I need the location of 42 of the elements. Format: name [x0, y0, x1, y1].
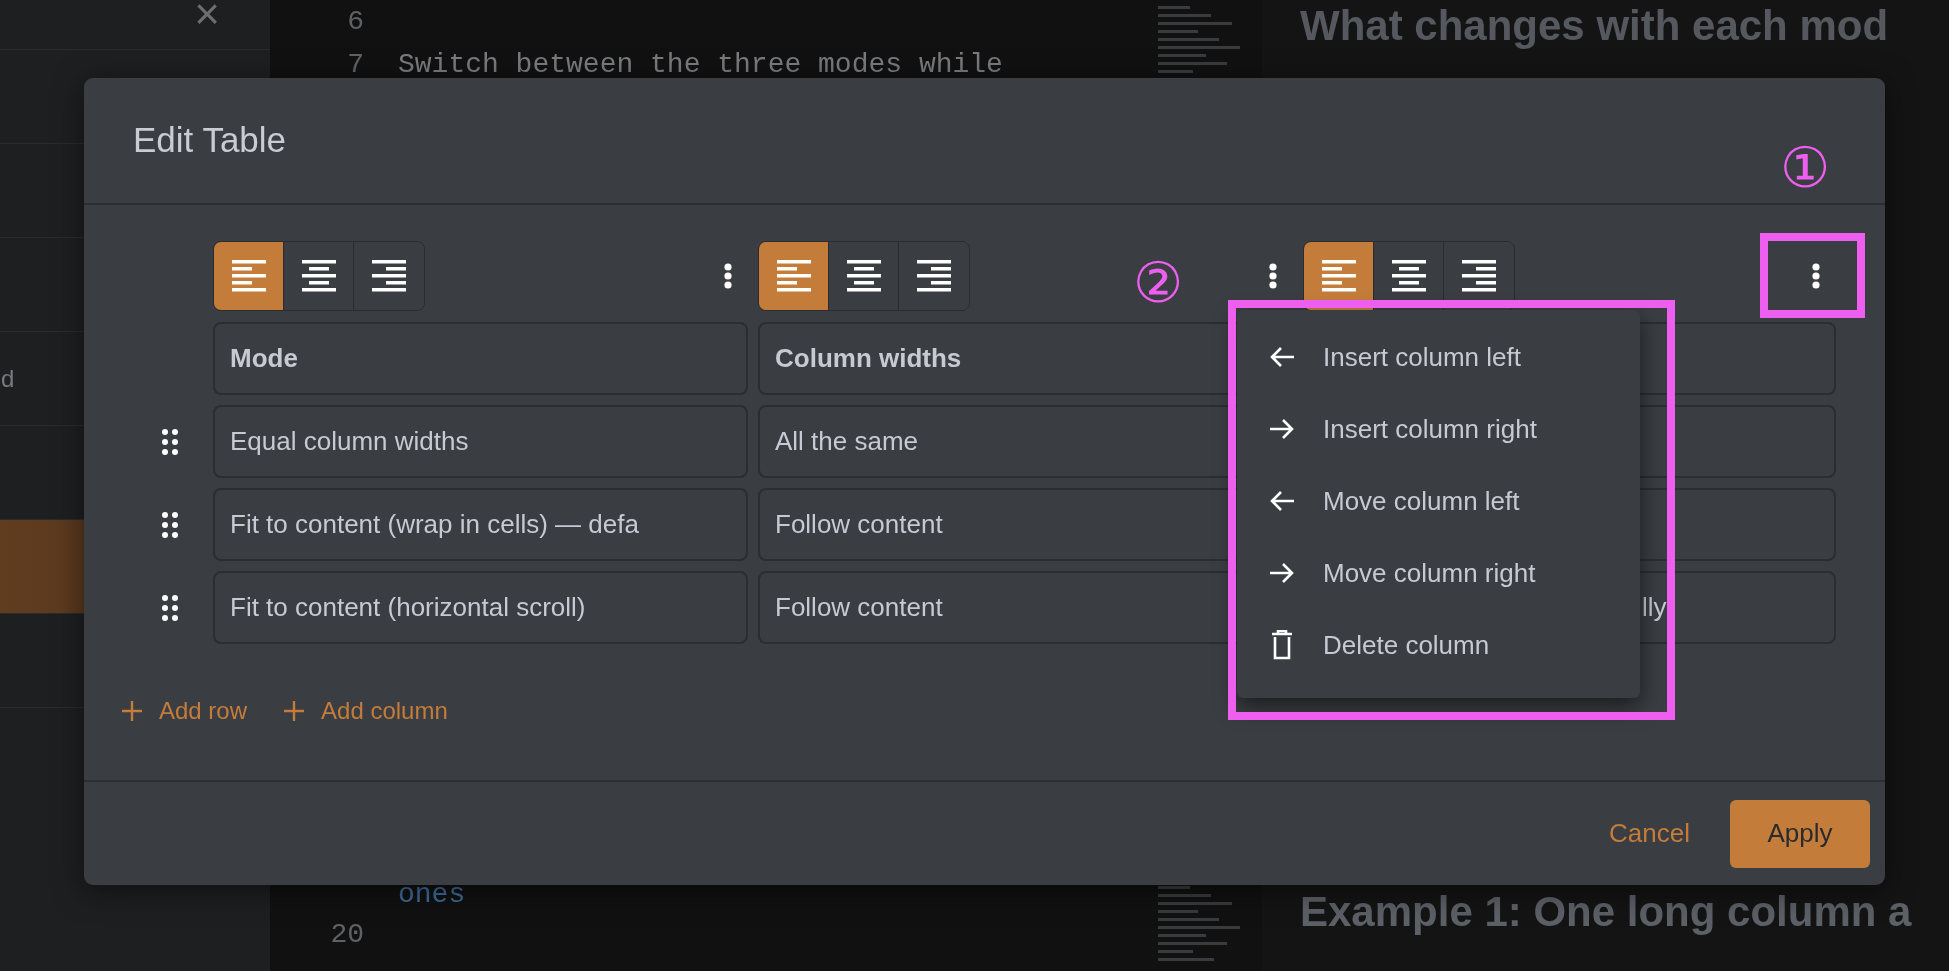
arrow-left-icon — [1269, 489, 1295, 513]
annotation-number: ② — [1133, 255, 1183, 311]
plus-icon — [283, 700, 306, 722]
heading: Example 1: One long column a — [1300, 887, 1913, 937]
heading: What changes with each mod — [1300, 1, 1890, 51]
line-number: 7 — [346, 47, 365, 82]
table-cell[interactable]: Equal column widths — [213, 405, 748, 478]
code-text: Switch between the three modes while — [398, 47, 1003, 82]
arrow-left-icon — [1269, 345, 1295, 369]
dialog-title: Edit Table — [133, 119, 287, 162]
sidebar-item-label[interactable]: d — [1, 360, 15, 397]
align-center-icon — [846, 260, 881, 292]
trash-icon — [1271, 630, 1293, 660]
drag-handle[interactable] — [162, 511, 178, 538]
align-right-icon — [917, 260, 951, 292]
align-left-icon — [1321, 260, 1356, 292]
align-left-icon — [776, 260, 811, 292]
more-icon — [1812, 263, 1820, 289]
more-icon — [724, 263, 732, 289]
annotation-number: ① — [1780, 140, 1830, 196]
drag-handle-icon — [162, 594, 178, 621]
align-left-icon — [231, 260, 266, 292]
arrow-right-icon — [1269, 561, 1295, 585]
table-cell[interactable]: Fit to content (wrap in cells) — defa — [213, 488, 748, 561]
line-number: 20 — [329, 918, 365, 952]
align-center-icon — [1391, 260, 1426, 292]
drag-handle[interactable] — [162, 428, 178, 455]
plus-icon — [121, 700, 143, 722]
header-cell[interactable]: Mode — [213, 322, 748, 395]
drag-handle-icon — [162, 511, 178, 538]
drag-handle[interactable] — [162, 594, 178, 621]
align-center-icon — [301, 260, 336, 292]
drag-handle-icon — [162, 428, 178, 455]
more-icon — [1269, 263, 1277, 289]
align-right-icon — [1462, 260, 1496, 292]
align-left-button[interactable] — [214, 242, 284, 310]
align-right-icon — [372, 260, 406, 292]
align-left-button[interactable] — [759, 242, 829, 310]
apply-button[interactable]: Apply — [1730, 799, 1870, 868]
line-number: 6 — [346, 4, 365, 39]
arrow-right-icon — [1269, 417, 1295, 441]
table-cell[interactable]: Fit to content (horizontal scroll) — [213, 571, 748, 644]
